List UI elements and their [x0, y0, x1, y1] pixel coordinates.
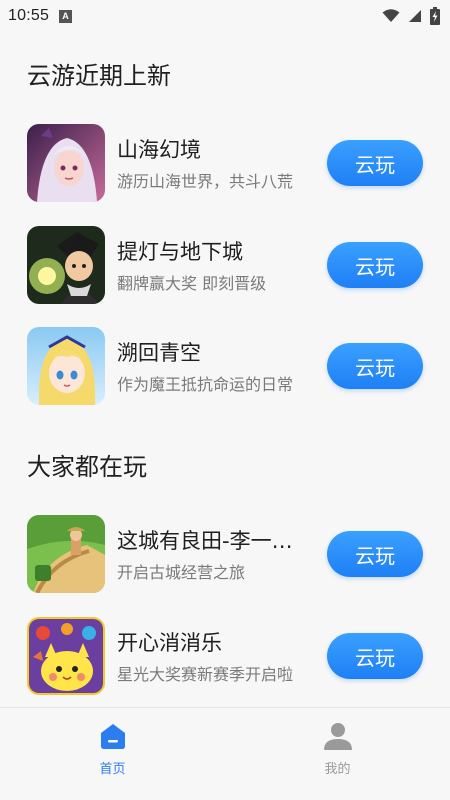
a-notification-icon: A — [59, 9, 73, 23]
status-bar: 10:55 A — [0, 0, 450, 32]
cloud-play-button[interactable]: 云玩 — [327, 531, 423, 577]
cloud-play-button[interactable]: 云玩 — [327, 343, 423, 389]
wifi-icon — [382, 9, 400, 22]
section-title-popular: 大家都在玩 — [27, 453, 147, 481]
game-name: 这城有良田-李一桐代言 — [117, 529, 307, 553]
game-desc: 开启古城经营之旅 — [117, 563, 246, 582]
game-desc: 作为魔王抵抗命运的日常 — [117, 375, 294, 394]
game-icon-shanhai[interactable] — [27, 124, 105, 202]
game-icon-liangtian[interactable] — [27, 515, 105, 593]
game-icon-xiaoxiaole[interactable] — [27, 617, 105, 695]
cloud-play-button[interactable]: 云玩 — [327, 140, 423, 186]
game-item[interactable]: 溯回青空 作为魔王抵抗命运的日常 云玩 — [27, 327, 423, 407]
game-desc: 翻牌赢大奖 即刻晋级 — [117, 274, 267, 293]
status-time: 10:55 — [8, 7, 50, 24]
cell-signal-icon — [409, 10, 421, 22]
battery-charging-icon — [430, 7, 440, 25]
home-icon — [100, 724, 125, 749]
tab-label: 首页 — [99, 762, 126, 777]
game-desc: 星光大奖赛新赛季开启啦 — [117, 665, 294, 684]
tab-label: 我的 — [324, 762, 351, 777]
game-name: 开心消消乐 — [117, 631, 222, 655]
game-name: 溯回青空 — [117, 341, 201, 365]
game-name: 提灯与地下城 — [117, 240, 243, 264]
tab-home[interactable]: 首页 — [0, 708, 225, 800]
cloud-play-button[interactable]: 云玩 — [327, 633, 423, 679]
tab-profile[interactable]: 我的 — [225, 708, 450, 800]
cloud-play-button[interactable]: 云玩 — [327, 242, 423, 288]
game-name: 山海幻境 — [117, 138, 201, 162]
game-item[interactable]: 这城有良田-李一桐代言 开启古城经营之旅 云玩 — [27, 515, 423, 595]
profile-icon — [323, 723, 352, 750]
game-item[interactable]: 提灯与地下城 翻牌赢大奖 即刻晋级 云玩 — [27, 226, 423, 306]
section-title-new: 云游近期上新 — [27, 62, 171, 90]
game-desc: 游历山海世界，共斗八荒 — [117, 172, 294, 191]
bottom-tab-bar: 首页 我的 — [0, 707, 450, 800]
game-icon-suhui[interactable] — [27, 327, 105, 405]
game-icon-tideng[interactable] — [27, 226, 105, 304]
game-item[interactable]: 开心消消乐 星光大奖赛新赛季开启啦 云玩 — [27, 617, 423, 697]
game-item[interactable]: 山海幻境 游历山海世界，共斗八荒 云玩 — [27, 124, 423, 204]
